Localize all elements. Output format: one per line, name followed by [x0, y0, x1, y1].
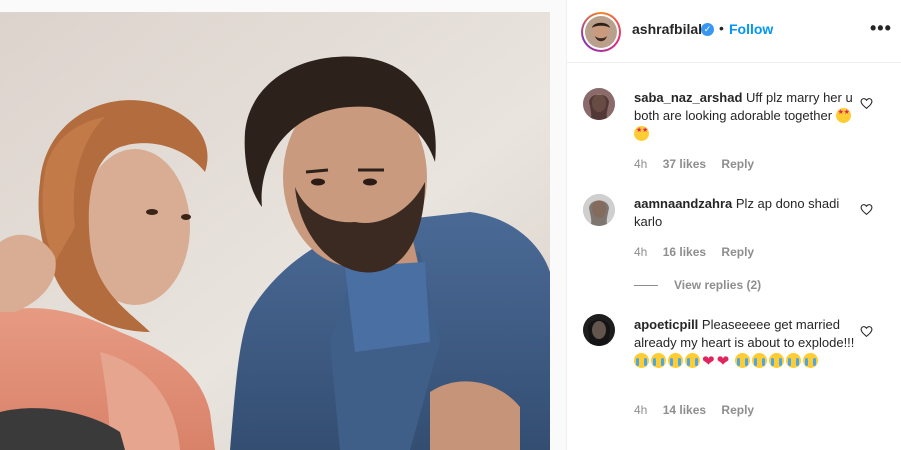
post-media-area: [0, 0, 566, 450]
comment-meta: 4h 16 likes Reply: [634, 245, 766, 259]
loudly-crying-emoji-icon: [685, 353, 700, 368]
follow-button[interactable]: Follow: [729, 21, 773, 37]
star-struck-emoji-icon: [634, 126, 649, 141]
heart-outline-icon[interactable]: [860, 203, 873, 216]
view-replies-line: [634, 285, 658, 287]
loudly-crying-emoji-icon: [734, 353, 750, 368]
reply-button[interactable]: Reply: [721, 403, 754, 417]
comment-likes[interactable]: 37 likes: [663, 157, 706, 171]
loudly-crying-emoji-icon: [768, 353, 784, 368]
reply-button[interactable]: Reply: [721, 245, 754, 259]
loudly-crying-emoji-icon: [668, 353, 683, 368]
header-separator: •: [719, 20, 724, 36]
post-photo-illustration: [0, 12, 550, 450]
view-replies-button[interactable]: View replies (2): [634, 278, 761, 292]
loudly-crying-emoji-icon: [634, 353, 649, 368]
comment-time[interactable]: 4h: [634, 157, 647, 171]
commenter-username[interactable]: saba_naz_arshad: [634, 90, 742, 105]
author-username[interactable]: ashrafbilal: [632, 21, 702, 37]
loudly-crying-emoji-icon: [751, 353, 767, 368]
comment-text-block: aamnaandzahra Plz ap dono shadi karlo: [634, 195, 859, 231]
more-options-icon[interactable]: •••: [870, 18, 892, 39]
commenter-username[interactable]: apoeticpill: [634, 317, 698, 332]
heart-outline-icon[interactable]: [860, 325, 873, 338]
view-replies-label: View replies (2): [674, 278, 762, 292]
loudly-crying-emoji-icon: [802, 353, 818, 368]
commenter-avatar[interactable]: [583, 194, 615, 226]
loudly-crying-emoji-icon: [651, 353, 666, 368]
red-heart-emoji-icon: ❤: [716, 353, 730, 370]
post-side-panel: ashrafbilal ✓ • Follow ••• saba_naz_arsh…: [566, 0, 901, 450]
post-header: ashrafbilal ✓ • Follow •••: [567, 0, 901, 63]
comment-likes[interactable]: 16 likes: [663, 245, 706, 259]
comment-meta: 4h 14 likes Reply: [634, 403, 766, 417]
reply-button[interactable]: Reply: [721, 157, 754, 171]
post-photo[interactable]: [0, 12, 550, 450]
comment-text-block: apoeticpill Pleaseeeee get married alrea…: [634, 316, 859, 370]
commenter-avatar[interactable]: [583, 88, 615, 120]
author-avatar-image: [585, 16, 617, 48]
commenter-username[interactable]: aamnaandzahra: [634, 196, 732, 211]
loudly-crying-emoji-icon: [785, 353, 801, 368]
author-avatar[interactable]: [581, 12, 621, 52]
comment-time[interactable]: 4h: [634, 403, 647, 417]
comment-likes[interactable]: 14 likes: [663, 403, 706, 417]
star-struck-emoji-icon: [835, 108, 851, 123]
comment-time[interactable]: 4h: [634, 245, 647, 259]
comment-meta: 4h 37 likes Reply: [634, 157, 766, 171]
verified-badge-icon: ✓: [701, 23, 714, 36]
heart-outline-icon[interactable]: [860, 97, 873, 110]
red-heart-emoji-icon: ❤: [702, 353, 715, 370]
comment-text-block: saba_naz_arshad Uff plz marry her u both…: [634, 89, 859, 143]
commenter-avatar[interactable]: [583, 314, 615, 346]
